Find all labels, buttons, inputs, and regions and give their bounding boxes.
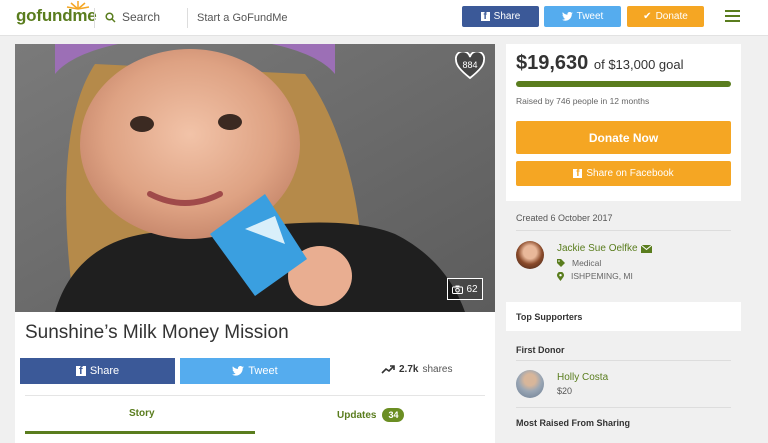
location-label: ISHPEMING, MI <box>571 271 633 281</box>
campaign-photo[interactable]: 884 62 <box>15 44 495 312</box>
header-tweet-button[interactable]: Tweet <box>544 6 621 27</box>
amount-raised: $19,630 of $13,000 goal <box>516 52 684 75</box>
hamburger-menu-icon[interactable] <box>725 10 740 22</box>
active-tab-indicator <box>25 431 255 434</box>
shares-count: 2.7k <box>399 364 419 375</box>
campaign-tweet-button[interactable]: Tweet <box>180 358 330 384</box>
goal-text: of $13,000 goal <box>593 57 684 72</box>
twitter-icon <box>232 366 245 376</box>
header-divider <box>187 8 188 28</box>
header-share-label: Share <box>493 11 521 22</box>
most-raised-label: Most Raised From Sharing <box>516 418 631 428</box>
donor-avatar[interactable] <box>516 370 544 398</box>
tabs-divider <box>25 395 485 396</box>
donate-now-button[interactable]: Donate Now <box>516 121 731 154</box>
heart-count: 884 <box>462 60 478 70</box>
camera-icon <box>452 285 464 294</box>
category-label: Medical <box>572 258 602 268</box>
facebook-icon: f <box>75 366 86 377</box>
progress-fill <box>516 81 731 87</box>
facebook-icon: f <box>480 12 490 22</box>
photo-gallery-button[interactable]: 62 <box>447 278 483 300</box>
created-date: Created 6 October 2017 <box>516 213 613 223</box>
raised-by-text: Raised by 746 people in 12 months <box>516 96 650 106</box>
donation-card: $19,630 of $13,000 goal Raised by 746 pe… <box>506 44 741 201</box>
campaign-share-label: Share <box>89 365 120 377</box>
trending-up-icon <box>381 365 395 374</box>
donor-name[interactable]: Holly Costa <box>557 372 608 383</box>
first-donor-label: First Donor <box>516 345 565 355</box>
updates-count-badge: 34 <box>382 408 405 422</box>
photo-count: 62 <box>466 283 478 295</box>
gofundme-logo[interactable]: gofundme <box>16 1 97 26</box>
search-label: Search <box>122 10 161 24</box>
share-on-facebook-button[interactable]: f Share on Facebook <box>516 161 731 186</box>
top-supporters-title: Top Supporters <box>516 312 583 322</box>
tab-updates-label: Updates <box>337 409 377 421</box>
campaign-share-button[interactable]: f Share <box>20 358 175 384</box>
header-donate-label: Donate <box>655 11 688 22</box>
organizer-avatar[interactable] <box>516 241 544 269</box>
campaign-tweet-label: Tweet <box>248 365 278 377</box>
shares-counter: 2.7k shares <box>381 364 452 375</box>
sun-logo-icon <box>66 1 90 10</box>
shares-label: shares <box>422 364 453 375</box>
top-header: gofundme Search Start a GoFundMe f Share… <box>0 0 768 36</box>
share-on-facebook-label: Share on Facebook <box>586 168 674 179</box>
header-donate-button[interactable]: ✔ Donate <box>627 6 704 27</box>
header-tweet-label: Tweet <box>576 11 604 22</box>
campaign-title: Sunshine’s Milk Money Mission <box>25 322 289 343</box>
start-gofundme-link[interactable]: Start a GoFundMe <box>197 12 288 24</box>
tab-story[interactable]: Story <box>129 408 155 419</box>
search-link[interactable]: Search <box>105 10 160 24</box>
organizer-name-link[interactable]: Jackie Sue Oelfke <box>557 243 652 254</box>
organizer-name: Jackie Sue Oelfke <box>557 243 638 254</box>
campaign-photo-art <box>15 44 495 312</box>
progress-bar <box>516 81 731 87</box>
twitter-icon <box>561 12 573 21</box>
header-share-button[interactable]: f Share <box>462 6 539 27</box>
organizer-category: Medical <box>557 258 601 268</box>
divider <box>516 230 731 231</box>
search-icon <box>105 11 116 23</box>
divider <box>516 360 731 361</box>
raised-amount: $19,630 <box>516 52 589 74</box>
checkmark-icon: ✔ <box>643 11 652 22</box>
organizer-location: ISHPEMING, MI <box>557 271 633 281</box>
donor-amount: $20 <box>557 386 573 396</box>
tab-updates[interactable]: Updates 34 <box>337 408 405 422</box>
divider <box>516 407 731 408</box>
envelope-icon[interactable] <box>640 244 652 253</box>
facebook-icon: f <box>573 169 583 179</box>
campaign-info-card: Sunshine’s Milk Money Mission f Share Tw… <box>15 312 495 443</box>
top-supporters-card: Top Supporters <box>506 302 741 331</box>
tag-icon <box>557 259 565 267</box>
header-divider <box>94 8 95 28</box>
map-marker-icon <box>557 271 564 281</box>
